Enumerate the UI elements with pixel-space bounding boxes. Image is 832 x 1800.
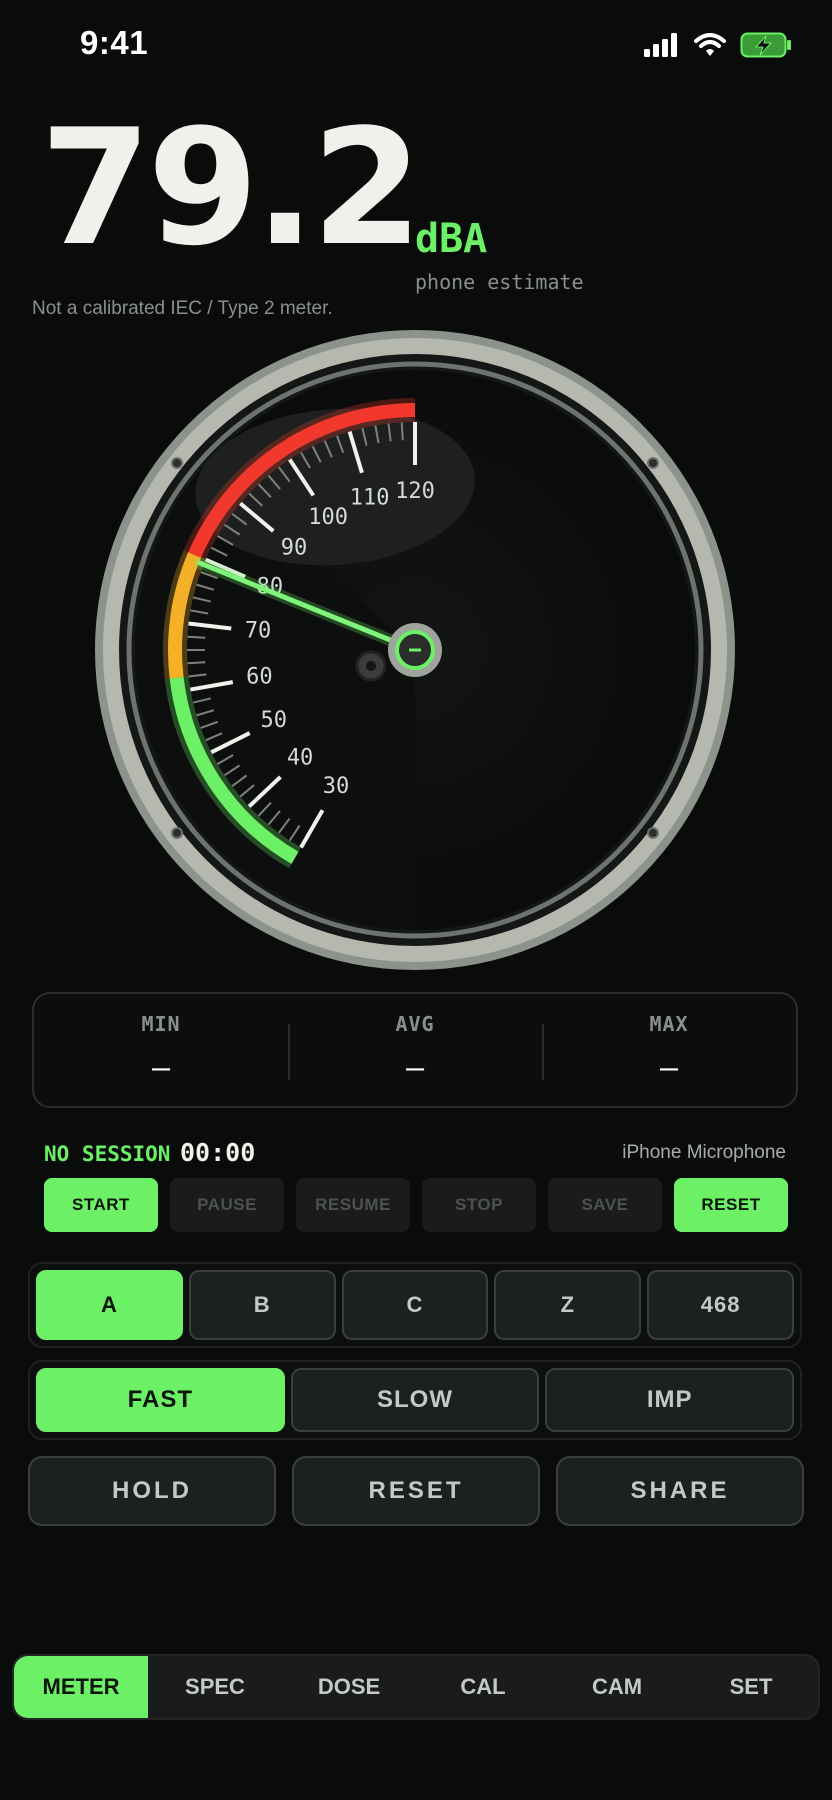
session-state: NO SESSION (44, 1142, 171, 1166)
stat-label: AVG (395, 1012, 435, 1036)
session-timer: 00:00 (180, 1138, 256, 1167)
tab-bar: METER SPEC DOSE CAL CAM SET (12, 1654, 820, 1720)
wifi-icon (694, 33, 726, 56)
stop-button[interactable]: STOP (422, 1178, 536, 1232)
response-selector: FAST SLOW IMP (28, 1360, 802, 1440)
response-imp[interactable]: IMP (545, 1368, 795, 1432)
save-button[interactable]: SAVE (548, 1178, 662, 1232)
tab-set[interactable]: SET (684, 1656, 818, 1718)
resume-button[interactable]: RESUME (296, 1178, 410, 1232)
tab-cal[interactable]: CAL (416, 1656, 550, 1718)
weighting-a[interactable]: A (36, 1270, 183, 1340)
weighting-468[interactable]: 468 (647, 1270, 794, 1340)
gauge-tick-label: 50 (261, 708, 288, 733)
stat-value: — (151, 1051, 171, 1086)
session-controls: START PAUSE RESUME STOP SAVE RESET (44, 1178, 788, 1232)
signal-icon (644, 33, 677, 57)
gauge-tick-label: 100 (308, 505, 348, 530)
reading-unit: dBA (415, 216, 488, 262)
gauge-tick-label: 120 (395, 479, 435, 504)
gauge-tick (400, 422, 404, 441)
stat-value: — (659, 1051, 679, 1086)
stat-min: MIN — (34, 994, 288, 1106)
battery-charging-icon (740, 32, 791, 58)
weighting-b[interactable]: B (188, 1270, 336, 1340)
response-slow[interactable]: SLOW (290, 1368, 540, 1432)
stat-label: MAX (649, 1012, 689, 1036)
response-fast[interactable]: FAST (36, 1368, 285, 1432)
weighting-z[interactable]: Z (494, 1270, 642, 1340)
gauge-tick-label: 70 (245, 619, 272, 644)
gauge-tick (187, 661, 206, 665)
calibration-disclaimer: Not a calibrated IEC / Type 2 meter. (32, 298, 333, 319)
tab-cam[interactable]: CAM (550, 1656, 684, 1718)
reset-button[interactable]: RESET (292, 1456, 540, 1526)
reading-note: phone estimate (415, 270, 584, 294)
hold-button[interactable]: HOLD (28, 1456, 276, 1526)
start-button[interactable]: START (44, 1178, 158, 1232)
weighting-selector: A B C Z 468 (28, 1262, 802, 1348)
gauge-tick-label: 90 (281, 535, 308, 560)
gauge-tick-label: 110 (350, 486, 390, 511)
share-button[interactable]: SHARE (556, 1456, 804, 1526)
gauge-tick-label: 60 (246, 664, 273, 689)
status-time: 9:41 (80, 24, 149, 61)
tab-dose[interactable]: DOSE (282, 1656, 416, 1718)
stat-max: MAX — (542, 994, 796, 1106)
stat-label: MIN (141, 1012, 181, 1036)
reading-value: 79.2 (40, 94, 423, 281)
pause-button[interactable]: PAUSE (170, 1178, 284, 1232)
gauge-tick (187, 635, 206, 639)
sound-level-gauge: 30405060708090100110 120 (95, 330, 735, 970)
stat-avg: AVG — (288, 994, 542, 1106)
gauge-tick-label: 40 (287, 745, 314, 770)
tab-spec[interactable]: SPEC (148, 1656, 282, 1718)
stats-panel: MIN — AVG — MAX — (32, 992, 798, 1108)
input-source: iPhone Microphone (622, 1142, 786, 1163)
session-reset-button[interactable]: RESET (674, 1178, 788, 1232)
action-buttons: HOLD RESET SHARE (28, 1456, 804, 1526)
gauge-tick-label: 30 (323, 774, 350, 799)
status-icons (644, 30, 792, 60)
stat-value: — (405, 1051, 425, 1086)
weighting-c[interactable]: C (341, 1270, 489, 1340)
tab-meter[interactable]: METER (14, 1656, 148, 1718)
